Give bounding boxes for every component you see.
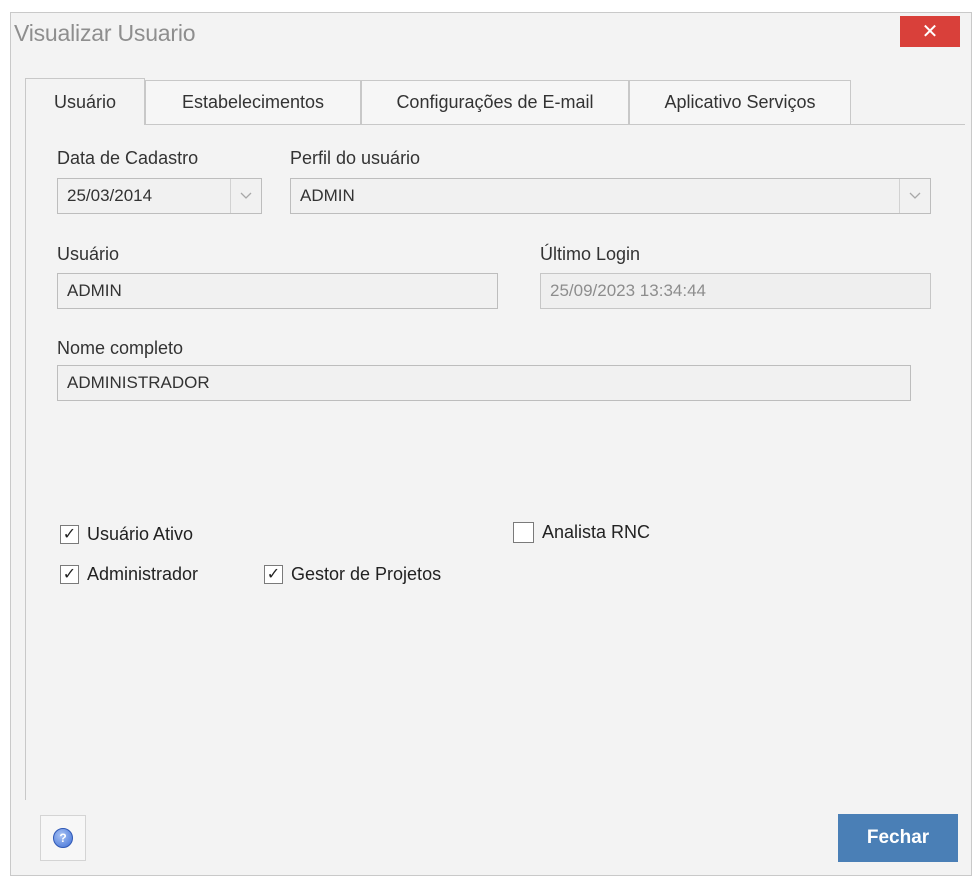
tab-label: Aplicativo Serviços (664, 92, 816, 112)
tab-configuracoes-email[interactable]: Configurações de E-mail (361, 80, 629, 124)
administrador-label: Administrador (87, 564, 199, 584)
administrador-checkbox[interactable]: ✓ Administrador (60, 564, 198, 585)
usuario-input[interactable]: ADMIN (57, 273, 498, 309)
help-button[interactable]: ? (40, 815, 86, 861)
nome-completo-value: ADMINISTRADOR (67, 373, 210, 392)
tab-label: Estabelecimentos (181, 92, 325, 112)
chevron-down-icon[interactable] (899, 179, 930, 213)
data-cadastro-dropdown[interactable]: 25/03/2014 (57, 178, 262, 214)
data-cadastro-label: Data de Cadastro (57, 148, 199, 168)
checkbox-checked-icon[interactable]: ✓ (264, 565, 283, 584)
tab-estabelecimentos[interactable]: Estabelecimentos (145, 80, 361, 124)
checkbox-checked-icon[interactable]: ✓ (60, 565, 79, 584)
usuario-ativo-checkbox[interactable]: ✓ Usuário Ativo (60, 524, 193, 545)
gestor-projetos-label: Gestor de Projetos (291, 564, 442, 584)
checkbox-checked-icon[interactable]: ✓ (60, 525, 79, 544)
usuario-label: Usuário (57, 244, 120, 264)
usuario-value: ADMIN (67, 281, 122, 300)
tab-panel-usuario (25, 124, 965, 800)
window-title: Visualizar Usuario (14, 20, 196, 46)
chevron-down-icon[interactable] (230, 179, 261, 213)
close-window-button[interactable]: ✕ (900, 16, 960, 47)
tab-usuario[interactable]: Usuário (25, 78, 145, 125)
checkbox-unchecked-icon[interactable] (513, 522, 534, 543)
ultimo-login-label: Último Login (540, 244, 641, 264)
analista-rnc-checkbox[interactable]: Analista RNC (513, 522, 650, 543)
data-cadastro-value: 25/03/2014 (67, 186, 153, 205)
perfil-label: Perfil do usuário (290, 148, 421, 168)
tab-aplicativo-servicos[interactable]: Aplicativo Serviços (629, 80, 851, 124)
ultimo-login-value: 25/09/2023 13:34:44 (550, 281, 706, 300)
usuario-ativo-label: Usuário Ativo (87, 524, 194, 544)
tab-bar: Usuário Estabelecimentos Configurações d… (25, 78, 965, 125)
nome-completo-input[interactable]: ADMINISTRADOR (57, 365, 911, 401)
fechar-button[interactable]: Fechar (838, 814, 958, 862)
gestor-projetos-checkbox[interactable]: ✓ Gestor de Projetos (264, 564, 441, 585)
tab-label: Usuário (53, 91, 117, 112)
ultimo-login-input: 25/09/2023 13:34:44 (540, 273, 931, 309)
nome-completo-label: Nome completo (57, 338, 184, 358)
help-icon: ? (53, 828, 73, 848)
tab-label: Configurações de E-mail (396, 92, 594, 112)
perfil-dropdown[interactable]: ADMIN (290, 178, 931, 214)
perfil-value: ADMIN (300, 186, 355, 205)
close-icon: ✕ (921, 21, 939, 43)
analista-rnc-label: Analista RNC (542, 522, 651, 542)
